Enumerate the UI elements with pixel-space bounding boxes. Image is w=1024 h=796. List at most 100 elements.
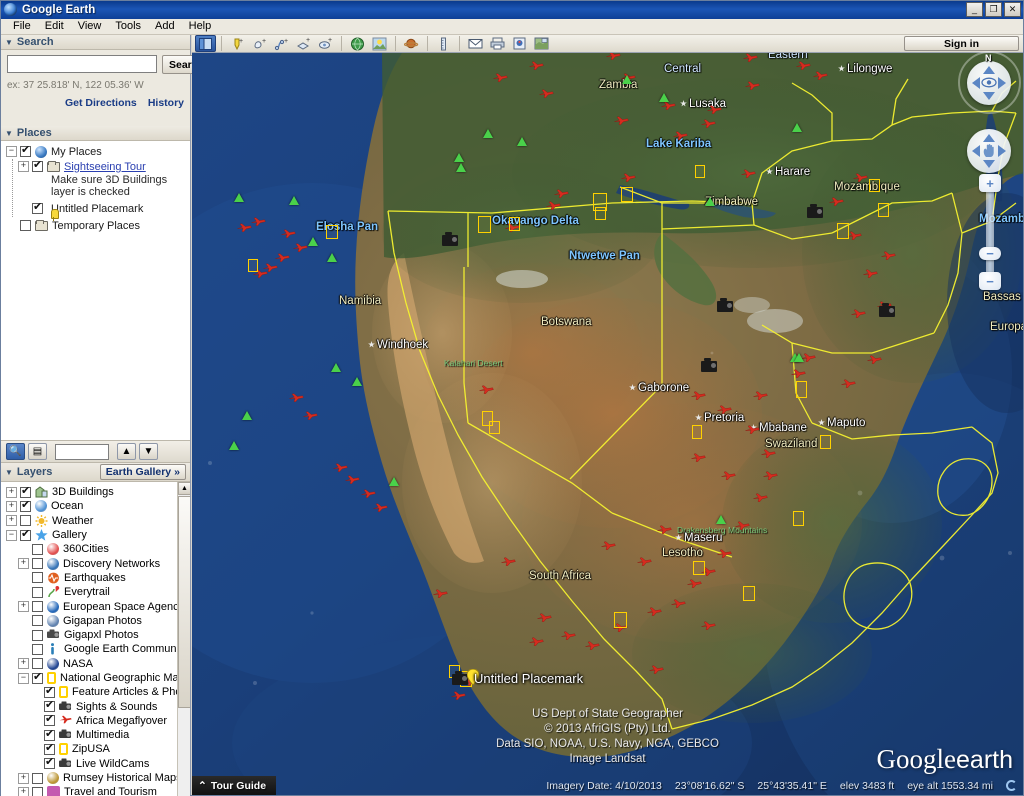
terrain-peak-icon[interactable] xyxy=(456,163,466,172)
natgeo-feature-box-icon[interactable] xyxy=(509,217,520,231)
natgeo-feature-box-icon[interactable] xyxy=(621,187,633,202)
layers-scrollbar[interactable]: ▲ ▼ xyxy=(177,482,190,796)
add-path-button[interactable]: + xyxy=(271,35,292,52)
placemark-pin-icon[interactable] xyxy=(466,668,480,686)
terrain-peak-icon[interactable] xyxy=(705,197,715,206)
layers-panel-header[interactable]: ▼ Layers Earth Gallery » xyxy=(1,463,190,482)
layer-item-google-earth-community[interactable]: Google Earth Community xyxy=(4,642,190,656)
envelope-icon[interactable] xyxy=(465,35,486,52)
places-item-my-places[interactable]: − My Places xyxy=(4,144,190,159)
sunlight-icon[interactable] xyxy=(369,35,390,52)
checkbox[interactable] xyxy=(44,699,55,713)
layer-item-everytrail[interactable]: Everytrail xyxy=(4,585,190,599)
places-item-sightseeing-tour[interactable]: + Sightseeing Tour xyxy=(4,159,190,174)
layer-item-3d-buildings[interactable]: +3D Buildings xyxy=(4,485,190,499)
get-directions-link[interactable]: Get Directions xyxy=(65,97,137,109)
terrain-peak-icon[interactable] xyxy=(389,477,399,486)
expander-icon[interactable]: − xyxy=(18,672,29,684)
expander-icon[interactable]: − xyxy=(6,529,17,541)
natgeo-feature-box-icon[interactable] xyxy=(693,561,705,575)
sights-and-sounds-camera-icon[interactable] xyxy=(452,671,468,685)
checkbox[interactable] xyxy=(44,685,55,698)
terrain-peak-icon[interactable] xyxy=(794,353,804,362)
expander-icon[interactable]: + xyxy=(6,515,17,527)
printer-icon[interactable] xyxy=(487,35,508,52)
zoom-slider-thumb[interactable]: − xyxy=(979,247,1001,260)
layer-item-discovery-networks[interactable]: + Discovery Networks xyxy=(4,556,190,570)
view-in-maps-icon[interactable] xyxy=(531,35,552,52)
layer-item-nasa[interactable]: + NASA xyxy=(4,657,190,671)
checkbox[interactable] xyxy=(20,144,31,157)
layer-item-gallery[interactable]: − Gallery xyxy=(4,528,190,542)
natgeo-feature-box-icon[interactable] xyxy=(478,216,491,233)
sign-in-button[interactable]: Sign in xyxy=(904,36,1019,51)
checkbox[interactable] xyxy=(32,558,43,570)
layer-item-sights-sounds[interactable]: Sights & Sounds xyxy=(4,699,190,713)
terrain-peak-icon[interactable] xyxy=(454,153,464,162)
add-polygon-button[interactable]: + xyxy=(249,35,270,52)
layer-item-travel-and-tourism[interactable]: + Travel and Tourism xyxy=(4,785,190,796)
layer-item-africa-megaflyover[interactable]: Africa Megaflyover xyxy=(4,713,190,728)
satellite-map[interactable] xyxy=(192,53,1023,795)
scroll-up-button[interactable]: ▲ xyxy=(178,482,190,495)
layer-item-earthquakes[interactable]: Earthquakes xyxy=(4,571,190,585)
natgeo-feature-box-icon[interactable] xyxy=(695,165,705,178)
expander-icon[interactable]: + xyxy=(6,500,17,512)
pan-down-arrow-icon[interactable] xyxy=(983,160,995,168)
look-down-arrow-icon[interactable] xyxy=(983,92,995,100)
sights-and-sounds-camera-icon[interactable] xyxy=(717,298,733,312)
terrain-peak-icon[interactable] xyxy=(517,137,527,146)
checkbox[interactable] xyxy=(32,572,43,584)
expander-icon[interactable]: + xyxy=(18,161,29,172)
sights-and-sounds-camera-icon[interactable] xyxy=(701,358,717,372)
layer-item-feature-articles-pho[interactable]: Feature Articles & Pho... xyxy=(4,685,190,699)
natgeo-feature-box-icon[interactable] xyxy=(878,203,889,217)
move-joystick[interactable] xyxy=(967,129,1011,173)
checkbox[interactable] xyxy=(44,728,55,741)
sights-and-sounds-camera-icon[interactable] xyxy=(442,232,458,246)
checkbox[interactable] xyxy=(32,643,43,655)
terrain-peak-icon[interactable] xyxy=(229,441,239,450)
terrain-peak-icon[interactable] xyxy=(792,123,802,132)
magnifier-icon[interactable]: 🔍 xyxy=(6,443,25,460)
layer-item-weather[interactable]: + Weather xyxy=(4,514,190,528)
look-joystick[interactable] xyxy=(967,61,1011,105)
scrollbar-thumb[interactable] xyxy=(178,496,190,708)
checkbox[interactable] xyxy=(32,615,43,627)
tour-guide-button[interactable]: ⌃ Tour Guide xyxy=(192,776,277,795)
layer-item-european-space-agency[interactable]: + European Space Agency xyxy=(4,599,190,613)
checkbox[interactable] xyxy=(32,601,43,613)
terrain-peak-icon[interactable] xyxy=(308,237,318,246)
checkbox[interactable] xyxy=(32,772,43,784)
checkbox[interactable] xyxy=(32,671,43,684)
checkbox[interactable] xyxy=(20,485,31,498)
toggle-sidebar-button[interactable] xyxy=(195,35,216,52)
history-link[interactable]: History xyxy=(148,97,184,109)
checkbox[interactable] xyxy=(20,515,31,527)
layer-item-360cities[interactable]: 360Cities xyxy=(4,542,190,556)
natgeo-feature-box-icon[interactable] xyxy=(489,421,500,434)
menu-view[interactable]: View xyxy=(71,19,109,34)
pan-left-arrow-icon[interactable] xyxy=(972,145,980,157)
terrain-peak-icon[interactable] xyxy=(483,129,493,138)
menu-add[interactable]: Add xyxy=(148,19,182,34)
checkbox[interactable] xyxy=(32,629,43,641)
terrain-peak-icon[interactable] xyxy=(242,411,252,420)
look-up-arrow-icon[interactable] xyxy=(983,66,995,74)
places-item-untitled-placemark[interactable]: Untitled Placemark xyxy=(4,201,190,221)
look-right-arrow-icon[interactable] xyxy=(998,77,1006,89)
checkbox[interactable] xyxy=(20,528,31,541)
zoom-in-button[interactable]: + xyxy=(979,174,1001,192)
terrain-peak-icon[interactable] xyxy=(352,377,362,386)
search-input[interactable] xyxy=(7,55,157,73)
add-image-overlay-button[interactable]: + xyxy=(293,35,314,52)
checkbox[interactable] xyxy=(44,756,55,770)
checkbox[interactable] xyxy=(20,220,31,231)
expander-icon[interactable]: + xyxy=(18,601,29,613)
checkbox[interactable] xyxy=(44,713,55,727)
layer-item-gigapxl-photos[interactable]: Gigapxl Photos xyxy=(4,628,190,642)
add-placemark-button[interactable]: + xyxy=(227,35,248,52)
terrain-peak-icon[interactable] xyxy=(331,363,341,372)
checkbox[interactable] xyxy=(20,499,31,512)
places-item-temporary-places[interactable]: Temporary Places xyxy=(4,218,190,233)
